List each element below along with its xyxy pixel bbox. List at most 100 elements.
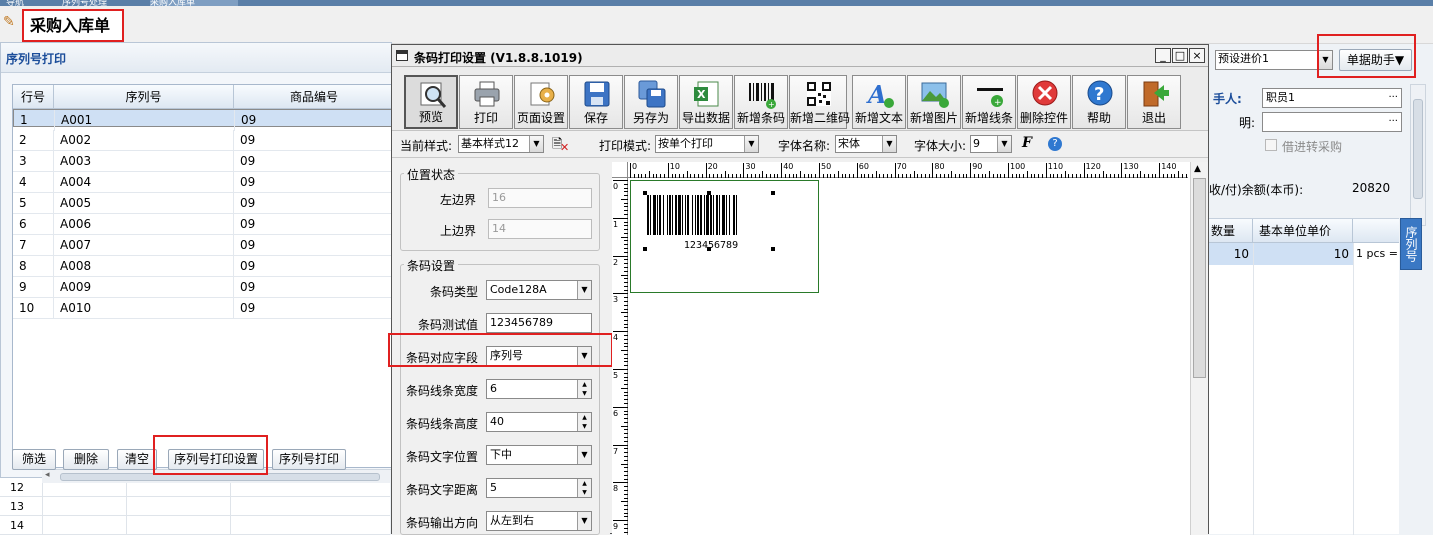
table-row[interactable]: 2 A002 09 <box>13 130 394 151</box>
ellipsis-icon[interactable]: ··· <box>1388 89 1398 107</box>
table-row[interactable]: 8 A008 09 <box>13 256 394 277</box>
column-header-qty[interactable]: 数量 <box>1209 219 1253 243</box>
row-number-cell: 7 <box>13 235 54 256</box>
ruler-number: 7 <box>613 446 619 456</box>
highlight-box <box>1317 34 1416 78</box>
left-margin-label: 左边界 <box>440 193 477 207</box>
print-mode-select[interactable]: 按单个打印 ▼ <box>655 135 759 153</box>
serial-side-tab[interactable]: 序列号 <box>1400 218 1422 270</box>
transfer-checkbox[interactable] <box>1265 139 1277 151</box>
label-preview[interactable]: 123456789 <box>630 180 819 293</box>
delete-button[interactable]: 删除 <box>63 449 109 470</box>
column-header-serial[interactable]: 序列号 <box>54 85 234 109</box>
detail-grid: 数量 基本单位单价 10 10 1 pcs = <box>1209 218 1399 535</box>
spinner-arrows-icon[interactable]: ▲ ▼ <box>577 479 591 497</box>
table-row[interactable]: 6 A006 09 <box>13 214 394 235</box>
add-barcode-button[interactable]: + 新增条码 <box>734 75 788 129</box>
left-margin-field[interactable]: 16 <box>488 188 592 208</box>
product-code-cell: 09 <box>235 110 395 131</box>
product-code-cell: 09 <box>234 256 394 277</box>
delete-control-label: 删除控件 <box>1019 111 1068 125</box>
barcode-text: 123456789 <box>683 240 739 251</box>
handler-field[interactable]: 职员1 ··· <box>1262 88 1402 108</box>
note-field[interactable]: ··· <box>1262 112 1402 132</box>
font-size-select[interactable]: 9 ▼ <box>970 135 1012 153</box>
table-row[interactable]: 9 A009 09 <box>13 277 394 298</box>
barcode-test-value-field[interactable]: 123456789 <box>486 313 592 333</box>
barcode-type-select[interactable]: Code128A ▼ <box>486 280 592 300</box>
add-text-button[interactable]: A 新增文本 <box>852 75 906 129</box>
table-row[interactable]: 1 A001 09 <box>13 109 395 131</box>
print-button[interactable]: 打印 <box>459 75 513 129</box>
font-name-select[interactable]: 宋体 ▼ <box>835 135 897 153</box>
minimize-button[interactable]: _ <box>1155 48 1171 63</box>
text-position-select[interactable]: 下中 ▼ <box>486 445 592 465</box>
qrcode-icon <box>807 82 831 106</box>
column-header-row-no[interactable]: 行号 <box>13 85 54 109</box>
top-margin-field[interactable]: 14 <box>488 219 592 239</box>
help-icon[interactable]: ? <box>1048 137 1062 151</box>
table-row[interactable]: 10 A010 09 <box>13 298 394 319</box>
table-row[interactable]: 7 A007 09 <box>13 235 394 256</box>
delete-style-icon[interactable]: 🗎 ✕ <box>552 135 570 154</box>
scrollbar-thumb[interactable] <box>1193 178 1206 378</box>
column-header-product-code[interactable]: 商品编号 <box>234 85 394 109</box>
delete-control-button[interactable]: 删除控件 <box>1017 75 1071 129</box>
column-header-unit-price[interactable]: 基本单位单价 <box>1253 219 1353 243</box>
canvas-vertical-scrollbar[interactable]: ▲ <box>1190 162 1208 535</box>
price-preset-select[interactable]: 预设进价1 ▼ <box>1215 50 1333 70</box>
bar-height-field[interactable]: 40 ▲ ▼ <box>486 412 592 432</box>
serial-print-button[interactable]: 序列号打印 <box>272 449 346 470</box>
grid-row-number: 13 <box>10 500 24 513</box>
add-line-button[interactable]: + 新增线条 <box>962 75 1016 129</box>
ruler-number: 4 <box>613 333 619 343</box>
add-qrcode-button[interactable]: 新增二维码 <box>789 75 851 129</box>
svg-text:+: + <box>768 100 775 109</box>
export-data-label: 导出数据 <box>681 111 730 125</box>
grid-row-number: 12 <box>10 481 24 494</box>
column-header-unit[interactable] <box>1353 219 1399 243</box>
scrollbar-thumb[interactable] <box>1413 99 1423 199</box>
ruler-number: 80 <box>934 162 945 171</box>
add-image-button[interactable]: 新增图片 <box>907 75 961 129</box>
maximize-button[interactable]: □ <box>1172 48 1188 63</box>
ruler-number: 2 <box>613 257 619 267</box>
output-direction-select[interactable]: 从左到右 ▼ <box>486 511 592 531</box>
preview-button[interactable]: 预览 <box>404 75 458 129</box>
ellipsis-icon[interactable]: ··· <box>1388 113 1398 131</box>
table-row[interactable]: 4 A004 09 <box>13 172 394 193</box>
label-design-canvas[interactable]: 0 10 20 30 40 50 60 70 80 90 100 110 120 130 140 01234… <box>612 162 1208 535</box>
page-setup-button[interactable]: 页面设置 <box>514 75 568 129</box>
font-style-icon[interactable]: F <box>1022 135 1032 151</box>
barcode-element[interactable] <box>631 181 820 294</box>
help-button[interactable]: ? 帮助 <box>1072 75 1126 129</box>
dialog-toolbar: 预览 打印 页面设置 保存 另存为 X 导出数据 + 新增条码 新增二维码 A … <box>392 67 1208 131</box>
save-button[interactable]: 保存 <box>569 75 623 129</box>
exit-button[interactable]: 退出 <box>1127 75 1181 129</box>
clear-button[interactable]: 清空 <box>117 449 157 470</box>
spinner-arrows-icon[interactable]: ▲ ▼ <box>577 380 591 398</box>
add-line-label: 新增线条 <box>964 111 1013 125</box>
table-row[interactable]: 5 A005 09 <box>13 193 394 214</box>
bar-width-field[interactable]: 6 ▲ ▼ <box>486 379 592 399</box>
text-distance-field[interactable]: 5 ▲ ▼ <box>486 478 592 498</box>
dialog-title-bar[interactable]: 条码打印设置 (V1.8.8.1019) _ □ × <box>392 45 1208 67</box>
add-qrcode-label: 新增二维码 <box>790 111 851 125</box>
vertical-scrollbar[interactable] <box>1410 84 1426 226</box>
serial-print-panel: 序列号打印 行号 序列号 商品编号 1 A001 09 2 A002 09 3 A003 09 4… <box>0 42 395 483</box>
close-button[interactable]: × <box>1189 48 1205 63</box>
serial-cell: A003 <box>54 151 234 172</box>
scroll-up-arrow-icon[interactable]: ▲ <box>1194 164 1201 174</box>
style-select[interactable]: 基本样式12 ▼ <box>458 135 544 153</box>
spinner-arrows-icon[interactable]: ▲ ▼ <box>577 413 591 431</box>
filter-button[interactable]: 筛选 <box>12 449 56 470</box>
save-as-button[interactable]: 另存为 <box>624 75 678 129</box>
table-row[interactable]: 3 A003 09 <box>13 151 394 172</box>
window-icon <box>396 50 408 61</box>
scroll-left-arrow-icon[interactable]: ◂ <box>45 470 50 480</box>
row-number-cell: 10 <box>13 298 54 319</box>
export-data-button[interactable]: X 导出数据 <box>679 75 733 129</box>
product-code-cell: 09 <box>234 235 394 256</box>
transfer-checkbox-label: 借进转采购 <box>1282 140 1343 154</box>
barcode-icon: + <box>749 83 776 109</box>
